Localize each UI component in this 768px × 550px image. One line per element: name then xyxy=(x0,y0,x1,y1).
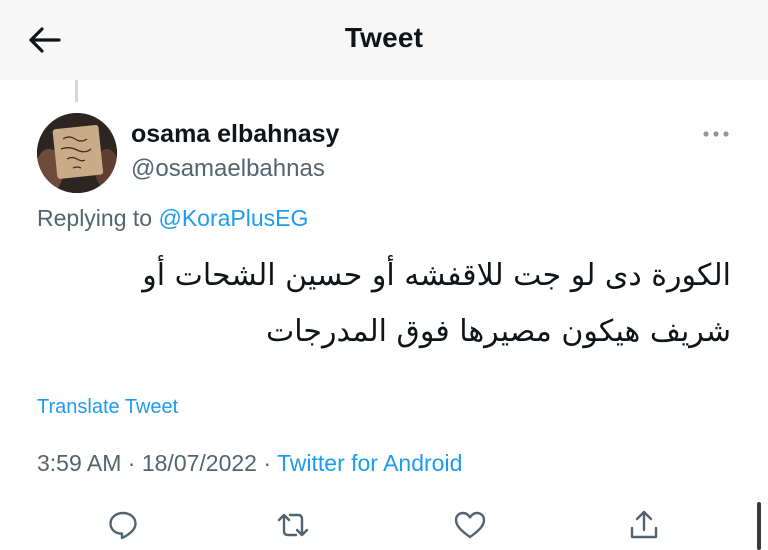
meta-separator: · xyxy=(121,450,142,476)
tweet-date[interactable]: 18/07/2022 xyxy=(142,450,257,476)
tweet-action-bar xyxy=(0,505,768,545)
tweet-text-line-1: الكورة دى لو جت للاقفشه أو حسين الشحات أ… xyxy=(142,258,731,293)
avatar-image xyxy=(37,113,117,193)
share-icon xyxy=(630,510,658,539)
replying-to-prefix: Replying to xyxy=(37,205,159,231)
reply-button[interactable] xyxy=(103,505,143,545)
top-bar: Tweet xyxy=(0,0,768,80)
tweet-source-link[interactable]: Twitter for Android xyxy=(277,450,462,476)
more-options-button[interactable] xyxy=(701,124,731,144)
like-button[interactable] xyxy=(450,505,490,545)
replying-to: Replying to @KoraPlusEG xyxy=(37,205,308,232)
user-handle[interactable]: @osamaelbahnas xyxy=(131,155,325,183)
display-name[interactable]: osama elbahnasy xyxy=(131,120,339,149)
retweet-icon xyxy=(277,513,309,537)
more-horizontal-icon xyxy=(703,131,729,137)
share-button[interactable] xyxy=(624,505,664,545)
tweet-text-line-2: شريف هيكون مصيرها فوق المدرجات xyxy=(266,314,731,349)
translate-tweet-link[interactable]: Translate Tweet xyxy=(37,396,178,419)
meta-separator: · xyxy=(256,450,277,476)
tweet-text: الكورة دى لو جت للاقفشه أو حسين الشحات أ… xyxy=(31,248,731,360)
replying-to-mention-link[interactable]: @KoraPlusEG xyxy=(158,205,308,231)
tweet-metadata: 3:59 AM · 18/07/2022 · Twitter for Andro… xyxy=(37,450,462,477)
thread-connector-line xyxy=(75,80,78,102)
page-title: Tweet xyxy=(344,22,424,53)
scrollbar[interactable] xyxy=(757,502,761,550)
reply-icon xyxy=(109,511,137,540)
heart-icon xyxy=(454,511,486,539)
tweet-time[interactable]: 3:59 AM xyxy=(37,450,121,476)
retweet-button[interactable] xyxy=(273,505,313,545)
avatar[interactable] xyxy=(37,113,117,193)
